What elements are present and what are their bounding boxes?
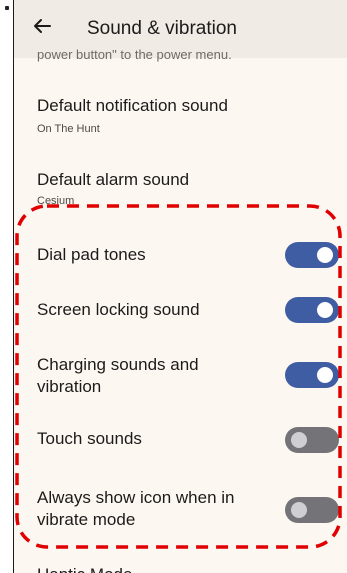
switch-thumb	[317, 247, 333, 263]
touch-sounds-row[interactable]: Touch sounds	[14, 420, 347, 460]
dial-pad-tones-row[interactable]: Dial pad tones	[14, 235, 347, 275]
setting-label: Default notification sound	[37, 96, 228, 115]
touch-sounds-switch[interactable]	[285, 427, 339, 453]
setting-label: Default alarm sound	[37, 170, 190, 189]
switch-thumb	[291, 502, 307, 518]
toggle-label: Dial pad tones	[37, 245, 146, 264]
corner-marker	[5, 6, 9, 10]
charging-sounds-switch[interactable]	[285, 362, 339, 388]
setting-label: Haptic Mode	[37, 564, 132, 573]
charging-sounds-row[interactable]: Charging sounds and vibration	[14, 351, 347, 401]
back-button[interactable]	[28, 12, 56, 40]
page-title: Sound & vibration	[87, 18, 237, 39]
toggle-label: Touch sounds	[37, 429, 142, 448]
cut-off-summary: power button" to the power menu.	[37, 47, 232, 62]
screen-locking-sound-row[interactable]: Screen locking sound	[14, 290, 347, 330]
haptic-mode-row[interactable]: Haptic Mode	[14, 562, 347, 573]
arrow-left-icon	[34, 19, 51, 33]
toggle-label-line2: vibration	[37, 377, 102, 396]
toggle-label: Screen locking sound	[37, 300, 200, 319]
switch-thumb	[317, 367, 333, 383]
toggle-label-line1: Charging sounds and	[37, 355, 199, 374]
settings-screen: Sound & vibration power button" to the p…	[13, 0, 347, 573]
default-alarm-sound-row[interactable]: Default alarm sound Cesium	[14, 162, 347, 214]
toggle-label-line2: vibrate mode	[37, 510, 136, 529]
screen-locking-sound-switch[interactable]	[285, 297, 339, 323]
setting-summary: On The Hunt	[37, 123, 100, 135]
switch-thumb	[317, 302, 333, 318]
default-notification-sound-row[interactable]: Default notification sound On The Hunt	[14, 86, 347, 146]
vibrate-icon-switch[interactable]	[285, 497, 339, 523]
switch-thumb	[291, 432, 307, 448]
vibrate-icon-row[interactable]: Always show icon when in vibrate mode	[14, 486, 347, 536]
toggle-label-line1: Always show icon when in	[37, 488, 235, 507]
setting-summary: Cesium	[37, 195, 75, 207]
dial-pad-tones-switch[interactable]	[285, 242, 339, 268]
